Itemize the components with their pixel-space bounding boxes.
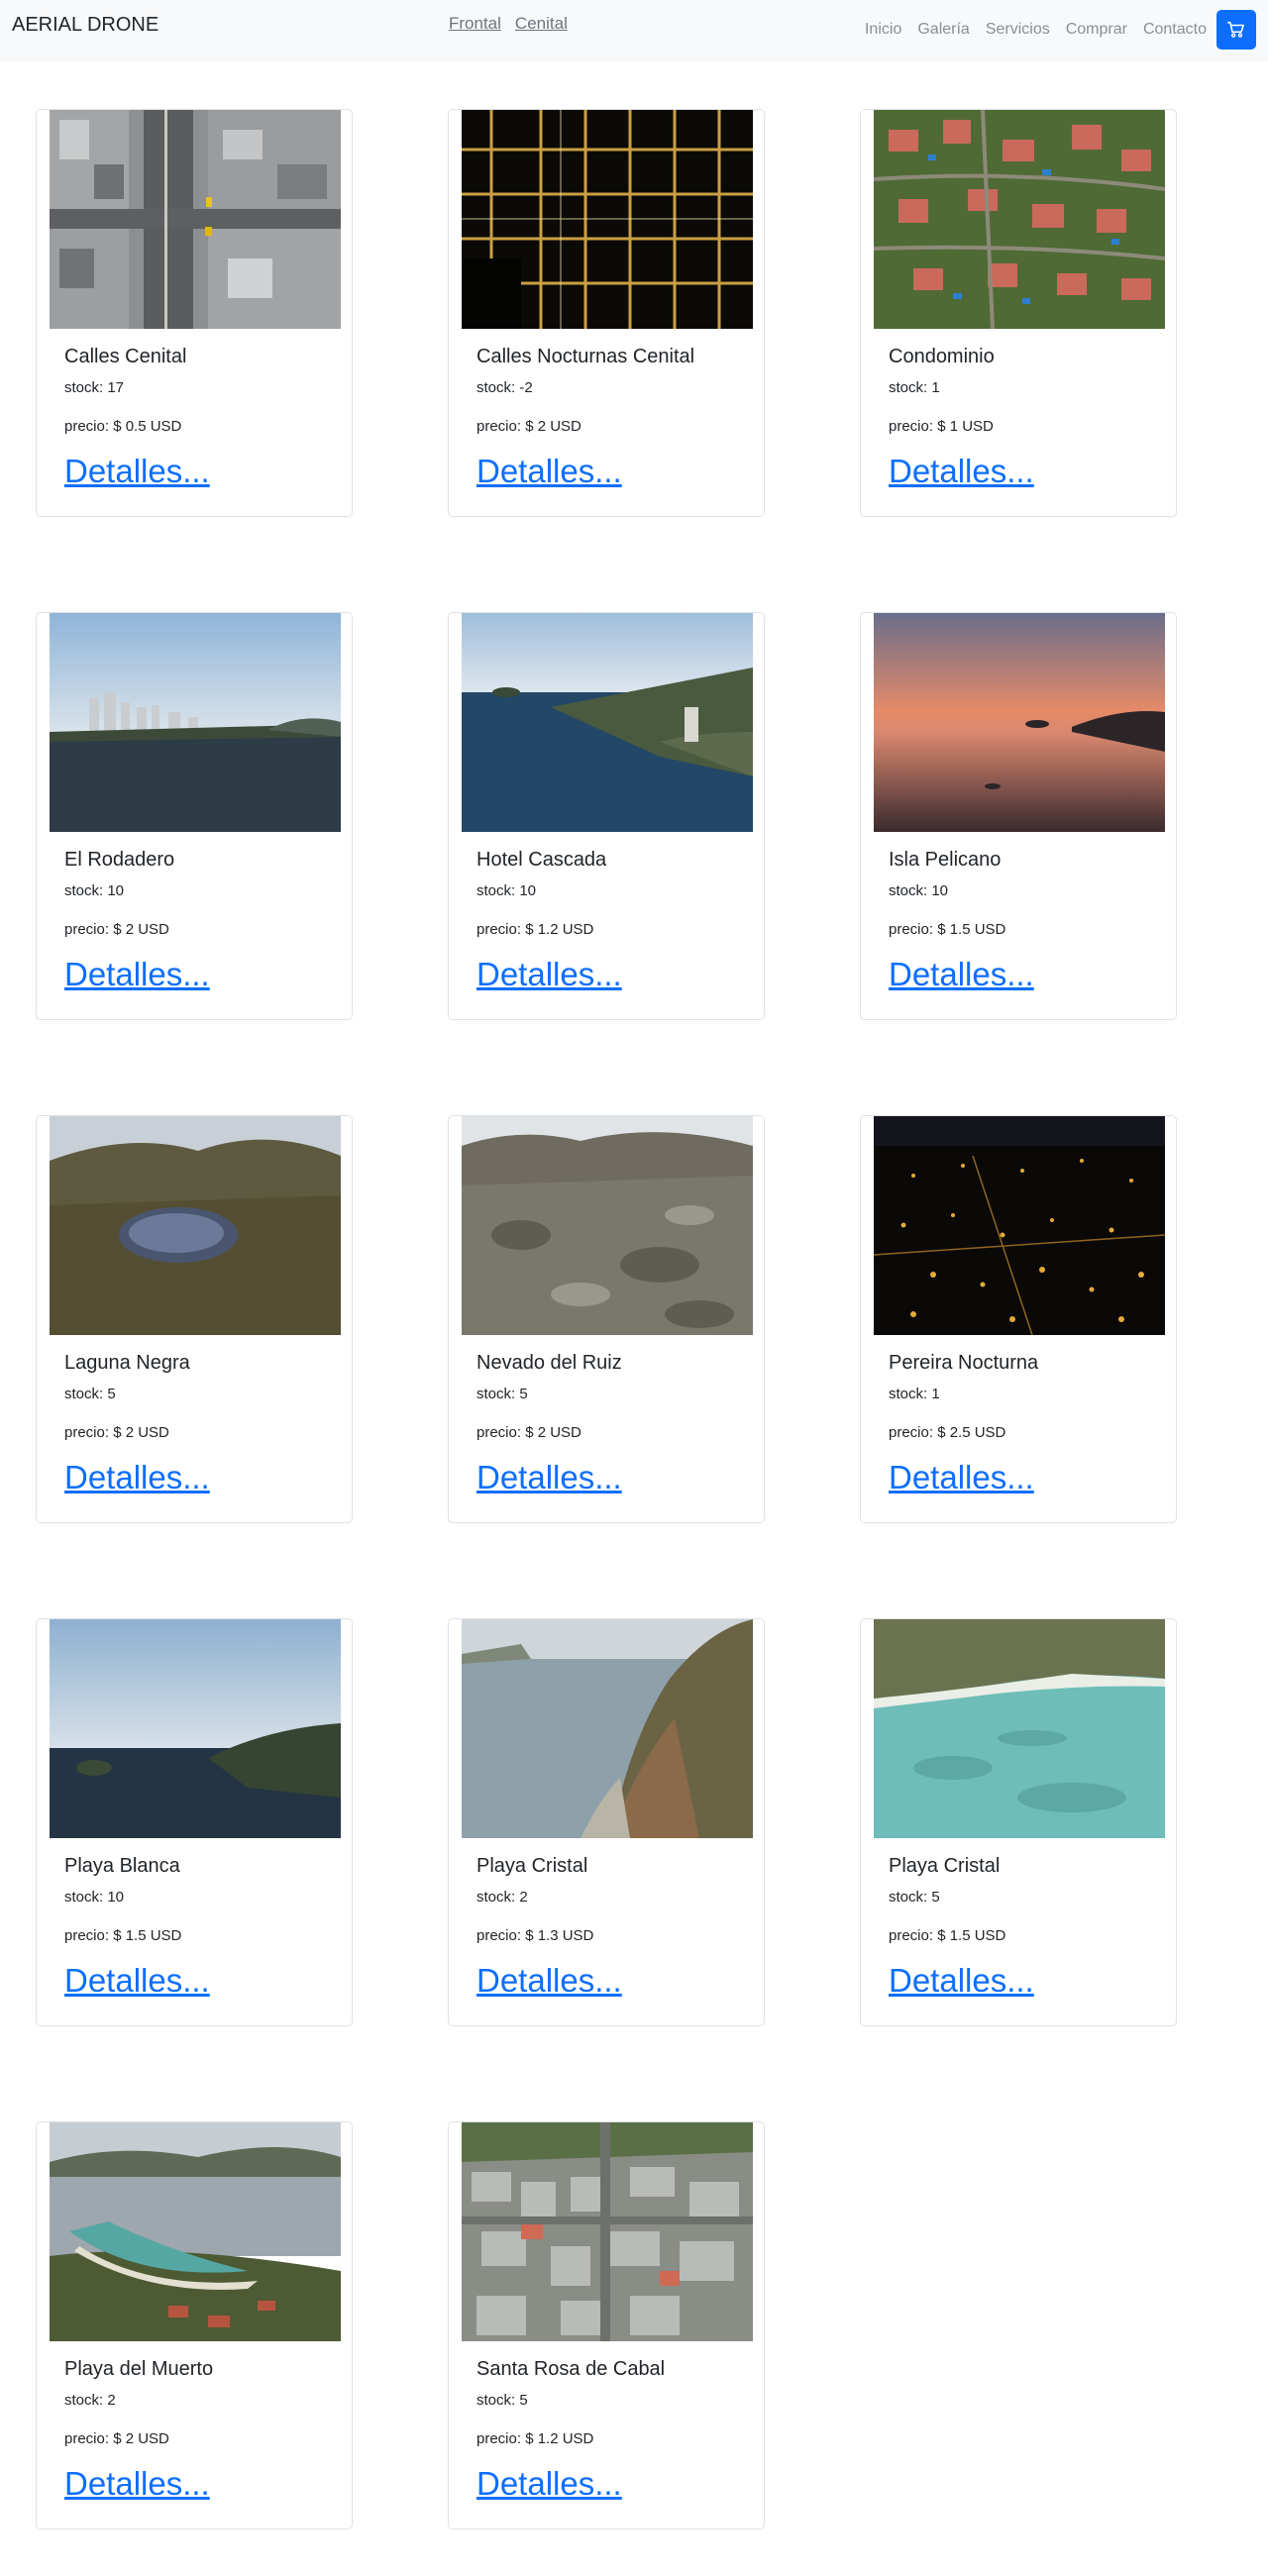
details-link[interactable]: Detalles... bbox=[64, 956, 210, 993]
product-title: Pereira Nocturna bbox=[889, 1352, 1039, 1374]
product-image[interactable] bbox=[50, 613, 341, 832]
product-title: Playa Blanca bbox=[64, 1855, 180, 1877]
product-card: Calles Cenital stock: 17 precio: $ 0.5 U… bbox=[36, 109, 353, 517]
product-stock: stock: 10 bbox=[64, 1889, 125, 1906]
product-title: Hotel Cascada bbox=[476, 849, 607, 871]
product-price: precio: $ 1.3 USD bbox=[476, 1927, 594, 1944]
product-image[interactable] bbox=[462, 1116, 753, 1335]
product-card: Santa Rosa de Cabal stock: 5 precio: $ 1… bbox=[448, 2121, 765, 2529]
product-stock: stock: 5 bbox=[476, 1386, 528, 1402]
product-title: Playa Cristal bbox=[889, 1855, 1001, 1877]
menu-item-inicio[interactable]: Inicio bbox=[865, 10, 901, 50]
product-image[interactable] bbox=[874, 1116, 1165, 1335]
product-price: precio: $ 2.5 USD bbox=[889, 1424, 1006, 1441]
main-menu: Inicio Galería Servicios Comprar Contact… bbox=[849, 10, 1256, 50]
product-image[interactable] bbox=[462, 1619, 753, 1838]
product-stock: stock: 2 bbox=[476, 1889, 528, 1906]
product-image[interactable] bbox=[50, 1619, 341, 1838]
product-stock: stock: 5 bbox=[64, 1386, 116, 1402]
product-image[interactable] bbox=[462, 613, 753, 832]
product-price: precio: $ 1.5 USD bbox=[889, 921, 1006, 938]
product-card: Condominio stock: 1 precio: $ 1 USD Deta… bbox=[860, 109, 1177, 517]
product-card: Pereira Nocturna stock: 1 precio: $ 2.5 … bbox=[860, 1115, 1177, 1523]
product-image[interactable] bbox=[50, 1116, 341, 1335]
product-price: precio: $ 1.5 USD bbox=[889, 1927, 1006, 1944]
product-price: precio: $ 0.5 USD bbox=[64, 418, 182, 435]
product-price: precio: $ 1.2 USD bbox=[476, 921, 594, 938]
cart-button[interactable] bbox=[1216, 10, 1256, 50]
product-title: Santa Rosa de Cabal bbox=[476, 2358, 666, 2380]
product-card: Playa Blanca stock: 10 precio: $ 1.5 USD… bbox=[36, 1618, 353, 2026]
subnav-link-frontal[interactable]: Frontal bbox=[449, 14, 501, 34]
product-card: El Rodadero stock: 10 precio: $ 2 USD De… bbox=[36, 612, 353, 1020]
details-link[interactable]: Detalles... bbox=[889, 1459, 1034, 1496]
product-card: Hotel Cascada stock: 10 precio: $ 1.2 US… bbox=[448, 612, 765, 1020]
product-title: Laguna Negra bbox=[64, 1352, 190, 1374]
product-title: Playa Cristal bbox=[476, 1855, 588, 1877]
details-link[interactable]: Detalles... bbox=[64, 453, 210, 490]
product-title: Condominio bbox=[889, 346, 995, 367]
product-stock: stock: 17 bbox=[64, 379, 125, 396]
details-link[interactable]: Detalles... bbox=[476, 2465, 622, 2503]
menu-item-comprar[interactable]: Comprar bbox=[1066, 10, 1127, 50]
product-stock: stock: 10 bbox=[476, 882, 537, 899]
product-image[interactable] bbox=[462, 2122, 753, 2341]
product-card: Laguna Negra stock: 5 precio: $ 2 USD De… bbox=[36, 1115, 353, 1523]
product-image[interactable] bbox=[874, 110, 1165, 329]
product-price: precio: $ 1.2 USD bbox=[476, 2430, 594, 2447]
product-title: Isla Pelicano bbox=[889, 849, 1002, 871]
details-link[interactable]: Detalles... bbox=[889, 1962, 1034, 2000]
details-link[interactable]: Detalles... bbox=[64, 1459, 210, 1496]
subnav-link-cenital[interactable]: Cenital bbox=[515, 14, 568, 34]
product-card: Playa del Muerto stock: 2 precio: $ 2 US… bbox=[36, 2121, 353, 2529]
product-stock: stock: -2 bbox=[476, 379, 533, 396]
product-price: precio: $ 2 USD bbox=[64, 2430, 169, 2447]
product-title: Playa del Muerto bbox=[64, 2358, 214, 2380]
product-price: precio: $ 1 USD bbox=[889, 418, 994, 435]
product-card: Playa Cristal stock: 5 precio: $ 1.5 USD… bbox=[860, 1618, 1177, 2026]
product-card: Playa Cristal stock: 2 precio: $ 1.3 USD… bbox=[448, 1618, 765, 2026]
details-link[interactable]: Detalles... bbox=[476, 453, 622, 490]
menu-item-servicios[interactable]: Servicios bbox=[986, 10, 1050, 50]
product-card: Nevado del Ruiz stock: 5 precio: $ 2 USD… bbox=[448, 1115, 765, 1523]
details-link[interactable]: Detalles... bbox=[889, 453, 1034, 490]
details-link[interactable]: Detalles... bbox=[889, 956, 1034, 993]
product-image[interactable] bbox=[462, 110, 753, 329]
details-link[interactable]: Detalles... bbox=[64, 1962, 210, 2000]
view-switcher: Frontal Cenital bbox=[449, 14, 568, 34]
product-stock: stock: 10 bbox=[64, 882, 125, 899]
product-title: Calles Cenital bbox=[64, 346, 187, 367]
product-stock: stock: 2 bbox=[64, 2392, 116, 2409]
details-link[interactable]: Detalles... bbox=[476, 956, 622, 993]
product-stock: stock: 10 bbox=[889, 882, 949, 899]
product-card: Isla Pelicano stock: 10 precio: $ 1.5 US… bbox=[860, 612, 1177, 1020]
product-price: precio: $ 1.5 USD bbox=[64, 1927, 182, 1944]
product-title: El Rodadero bbox=[64, 849, 175, 871]
product-price: precio: $ 2 USD bbox=[64, 921, 169, 938]
cart-icon bbox=[1227, 21, 1244, 38]
product-title: Calles Nocturnas Cenital bbox=[476, 346, 695, 367]
product-stock: stock: 5 bbox=[476, 2392, 528, 2409]
product-price: precio: $ 2 USD bbox=[64, 1424, 169, 1441]
navbar: AERIAL DRONE Frontal Cenital Inicio Gale… bbox=[0, 0, 1268, 61]
details-link[interactable]: Detalles... bbox=[476, 1962, 622, 2000]
details-link[interactable]: Detalles... bbox=[476, 1459, 622, 1496]
product-image[interactable] bbox=[874, 613, 1165, 832]
product-price: precio: $ 2 USD bbox=[476, 1424, 581, 1441]
product-image[interactable] bbox=[50, 2122, 341, 2341]
menu-item-contacto[interactable]: Contacto bbox=[1143, 10, 1207, 50]
details-link[interactable]: Detalles... bbox=[64, 2465, 210, 2503]
product-stock: stock: 1 bbox=[889, 1386, 940, 1402]
product-title: Nevado del Ruiz bbox=[476, 1352, 622, 1374]
brand-logo[interactable]: AERIAL DRONE bbox=[12, 14, 158, 37]
menu-item-galeria[interactable]: Galería bbox=[917, 10, 969, 50]
product-stock: stock: 1 bbox=[889, 379, 940, 396]
product-price: precio: $ 2 USD bbox=[476, 418, 581, 435]
product-card: Calles Nocturnas Cenital stock: -2 preci… bbox=[448, 109, 765, 517]
product-image[interactable] bbox=[50, 110, 341, 329]
product-image[interactable] bbox=[874, 1619, 1165, 1838]
product-stock: stock: 5 bbox=[889, 1889, 940, 1906]
